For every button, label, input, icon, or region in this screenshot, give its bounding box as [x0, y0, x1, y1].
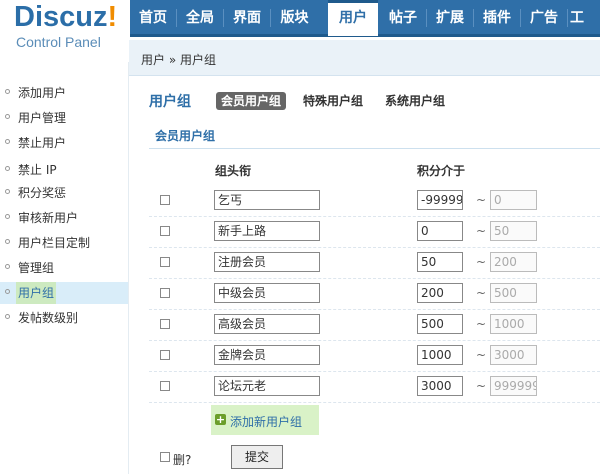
- bullet-icon: [5, 289, 10, 294]
- group-title-input[interactable]: 乞丐: [214, 190, 320, 210]
- nav-users[interactable]: 用户: [328, 0, 378, 36]
- bullet-icon: [5, 239, 10, 244]
- column-header-title: 组头衔: [215, 164, 252, 178]
- nav-tools[interactable]: 工: [570, 0, 600, 34]
- credits-min-input[interactable]: 200: [417, 283, 463, 303]
- logo-subtitle: Control Panel: [16, 34, 101, 50]
- logo: Discuz! Control Panel: [0, 0, 129, 62]
- bullet-icon: [5, 139, 10, 144]
- nav-forums[interactable]: 版块: [271, 0, 318, 34]
- bullet-icon: [5, 166, 10, 171]
- tab-special-groups[interactable]: 特殊用户组: [298, 92, 368, 110]
- nav-posts[interactable]: 帖子: [380, 0, 426, 34]
- nav-home[interactable]: 首页: [130, 0, 176, 34]
- group-title-input[interactable]: 注册会员: [214, 252, 320, 272]
- table-row: 注册会员 50 ~ 200: [149, 247, 600, 279]
- credits-max-input: 1000: [490, 314, 537, 334]
- nav-extend[interactable]: 扩展: [427, 0, 473, 34]
- select-all-delete-checkbox[interactable]: [160, 452, 170, 462]
- delete-checkbox[interactable]: [160, 195, 170, 205]
- credits-max-input: 50: [490, 221, 537, 241]
- delete-checkbox[interactable]: [160, 288, 170, 298]
- credits-max-input: 200: [490, 252, 537, 272]
- nav-plugins[interactable]: 插件: [474, 0, 520, 34]
- credits-min-input[interactable]: -99999: [417, 190, 463, 210]
- header: Discuz! Control Panel 首页 全局 界面 版块 用户 帖子 …: [0, 0, 600, 50]
- sidebar-item-audit[interactable]: 审核新用户: [0, 207, 129, 229]
- table-row: 中级会员 200 ~ 500: [149, 278, 600, 310]
- add-group-label: 添加新用户组: [230, 415, 303, 429]
- table-row: 高级会员 500 ~ 1000: [149, 309, 600, 341]
- table-row: 论坛元老 3000 ~ 999999: [149, 371, 600, 403]
- credits-min-input[interactable]: 50: [417, 252, 463, 272]
- bullet-icon: [5, 89, 10, 94]
- bullet-icon: [5, 189, 10, 194]
- tab-member-groups[interactable]: 会员用户组: [216, 92, 287, 110]
- table-row: 金牌会员 1000 ~ 3000: [149, 340, 600, 372]
- delete-checkbox[interactable]: [160, 257, 170, 267]
- breadcrumb: 用户 » 用户组: [141, 53, 216, 67]
- delete-label: 删?: [173, 453, 192, 467]
- submit-button[interactable]: 提交: [231, 445, 283, 469]
- column-header-range: 积分介于: [417, 164, 466, 178]
- logo-title: Discuz!: [14, 1, 118, 33]
- main-content: 用户组 会员用户组 特殊用户组 系统用户组 会员用户组 组头衔 积分介于 乞丐 …: [129, 75, 600, 474]
- bullet-icon: [5, 314, 10, 319]
- add-group-button[interactable]: + 添加新用户组: [211, 405, 319, 435]
- sidebar-item-credits[interactable]: 积分奖惩: [0, 182, 129, 204]
- tab-system-groups[interactable]: 系统用户组: [380, 92, 450, 110]
- delete-checkbox[interactable]: [160, 350, 170, 360]
- sidebar-item-ban-user[interactable]: 禁止用户: [0, 132, 129, 154]
- group-title-input[interactable]: 中级会员: [214, 283, 320, 303]
- delete-checkbox[interactable]: [160, 381, 170, 391]
- credits-min-input[interactable]: 0: [417, 221, 463, 241]
- bullet-icon: [5, 264, 10, 269]
- sidebar-item-profile-fields[interactable]: 用户栏目定制: [0, 232, 129, 254]
- section-title: 会员用户组: [149, 124, 600, 149]
- sidebar-item-admin-groups[interactable]: 管理组: [0, 257, 129, 279]
- sidebar-item-add-user[interactable]: 添加用户: [0, 82, 129, 104]
- plus-icon: +: [215, 413, 226, 426]
- credits-max-input: 0: [490, 190, 537, 210]
- sidebar-item-user-manage[interactable]: 用户管理: [0, 107, 129, 129]
- credits-max-input: 500: [490, 283, 537, 303]
- credits-min-input[interactable]: 500: [417, 314, 463, 334]
- group-title-input[interactable]: 高级会员: [214, 314, 320, 334]
- credits-max-input: 999999: [490, 376, 537, 396]
- delete-checkbox[interactable]: [160, 226, 170, 236]
- credits-max-input: 3000: [490, 345, 537, 365]
- sidebar-item-post-ranks[interactable]: 发帖数级别: [0, 307, 129, 329]
- table-row: 新手上路 0 ~ 50: [149, 216, 600, 248]
- top-nav: 首页 全局 界面 版块 用户 帖子 扩展 插件 广告 工: [130, 0, 600, 37]
- form-footer: 删? 提交: [149, 441, 600, 474]
- breadcrumb-bar: 用户 » 用户组: [129, 40, 600, 76]
- delete-checkbox[interactable]: [160, 319, 170, 329]
- credits-min-input[interactable]: 3000: [417, 376, 463, 396]
- group-title-input[interactable]: 新手上路: [214, 221, 320, 241]
- sidebar: 添加用户 用户管理 禁止用户 禁止 IP 积分奖惩 审核新用户 用户栏目定制 管…: [0, 62, 129, 474]
- group-title-input[interactable]: 金牌会员: [214, 345, 320, 365]
- bullet-icon: [5, 214, 10, 219]
- nav-global[interactable]: 全局: [177, 0, 223, 34]
- sidebar-item-ban-ip[interactable]: 禁止 IP: [0, 159, 129, 181]
- table-row: 乞丐 -99999 ~ 0: [149, 185, 600, 217]
- group-title-input[interactable]: 论坛元老: [214, 376, 320, 396]
- nav-interface[interactable]: 界面: [224, 0, 270, 34]
- sidebar-item-user-groups[interactable]: 用户组: [0, 282, 129, 304]
- nav-ads[interactable]: 广告: [521, 0, 567, 34]
- credits-min-input[interactable]: 1000: [417, 345, 463, 365]
- page-title: 用户组: [149, 94, 191, 110]
- bullet-icon: [5, 114, 10, 119]
